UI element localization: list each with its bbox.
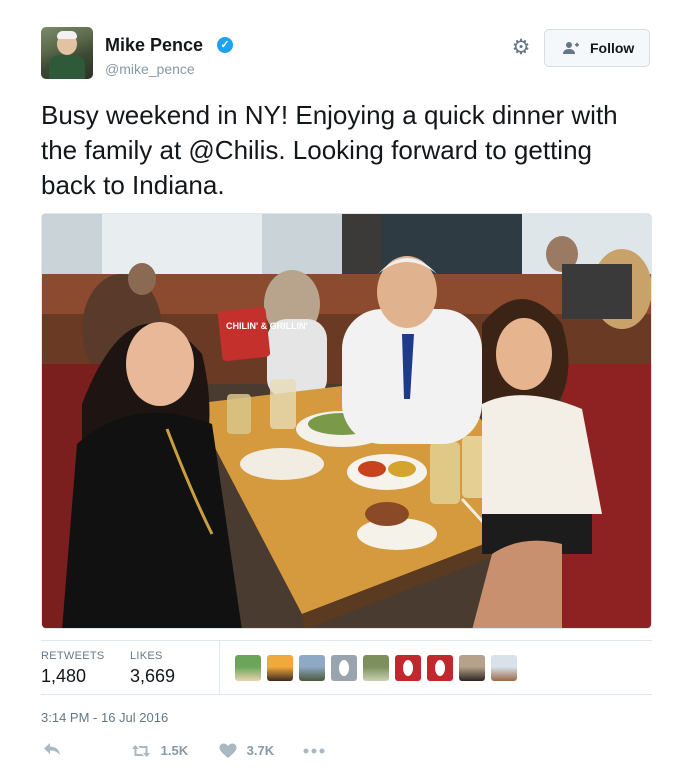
retweets-label: RETWEETS xyxy=(41,650,105,662)
chili-sign-text: CHILIN' & GRILLIN' xyxy=(226,321,308,331)
liker-avatar[interactable] xyxy=(491,655,517,681)
heart-icon xyxy=(219,743,237,758)
author-name[interactable]: Mike Pence xyxy=(105,35,203,56)
tweet-photo[interactable]: CHILIN' & GRILLIN' xyxy=(41,213,652,629)
more-button[interactable] xyxy=(303,742,325,757)
more-icon xyxy=(303,748,325,754)
liker-avatar[interactable] xyxy=(267,655,293,681)
liker-avatar[interactable] xyxy=(331,655,357,681)
liker-avatar[interactable] xyxy=(427,655,453,681)
likes-label: LIKES xyxy=(130,650,163,662)
liker-avatar[interactable] xyxy=(299,655,325,681)
like-button[interactable]: 3.7K xyxy=(219,742,274,759)
retweet-button[interactable]: 1.5K xyxy=(131,742,188,758)
liker-avatar[interactable] xyxy=(235,655,261,681)
gear-icon[interactable]: ⚙ xyxy=(510,37,532,59)
liker-avatar[interactable] xyxy=(395,655,421,681)
author-avatar[interactable] xyxy=(41,27,93,79)
liker-avatar[interactable] xyxy=(363,655,389,681)
retweets-count: 1,480 xyxy=(41,666,87,686)
retweet-icon xyxy=(132,744,150,757)
follow-button[interactable]: Follow xyxy=(544,29,650,67)
reply-icon xyxy=(44,743,60,755)
retweet-count: 1.5K xyxy=(160,743,189,759)
person-add-icon xyxy=(563,41,579,55)
likes-stat[interactable]: LIKES 3,669 xyxy=(130,650,175,687)
tweet-header: Mike Pence ✓ @mike_pence ⚙ Follow xyxy=(41,27,652,87)
tweet-actions: 1.5K 3.7K xyxy=(41,740,652,768)
verified-badge-icon: ✓ xyxy=(217,37,233,53)
stats-divider xyxy=(219,641,220,695)
tweet-text: Busy weekend in NY! Enjoying a quick din… xyxy=(41,100,618,200)
retweets-stat[interactable]: RETWEETS 1,480 xyxy=(41,650,105,687)
follow-label: Follow xyxy=(590,40,635,56)
engagement-stats: RETWEETS 1,480 LIKES 3,669 xyxy=(41,640,652,695)
like-count: 3.7K xyxy=(246,743,275,759)
likes-count: 3,669 xyxy=(130,666,176,686)
author-handle[interactable]: @mike_pence xyxy=(105,61,195,77)
tweet-timestamp[interactable]: 3:14 PM - 16 Jul 2016 xyxy=(41,710,168,725)
liker-avatar[interactable] xyxy=(459,655,485,681)
reply-button[interactable] xyxy=(43,742,61,759)
